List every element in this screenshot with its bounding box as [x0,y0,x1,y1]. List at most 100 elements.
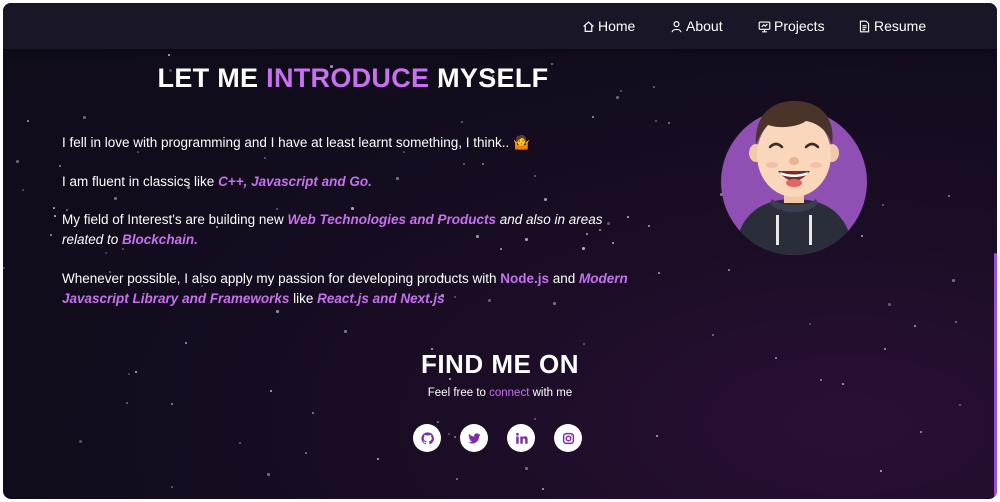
p3-highlight1: Web Technologies and Products [287,212,496,227]
nav-home-label: Home [598,18,636,34]
instagram-icon [562,432,574,444]
star-dot [842,383,844,385]
star-dot [83,116,86,119]
nav-resume[interactable]: Resume [858,17,926,35]
star-dot [583,343,585,345]
star-dot [54,215,56,217]
star-dot [79,440,82,443]
star-dot [437,421,439,423]
github-icon [420,431,434,444]
avatar-illustration [721,101,867,255]
star-dot [627,216,629,218]
star-dot [728,269,730,271]
star-dot [775,357,777,359]
p4-text2: and [549,271,580,286]
star-dot [653,86,655,88]
star-dot [959,404,961,406]
p4-highlight1: Node.js [500,271,549,286]
star-dot [482,163,484,165]
nav-projects-label: Projects [774,18,825,34]
star-dot [882,204,884,206]
home-icon [583,20,594,32]
star-dot [461,121,463,123]
nav-projects[interactable]: Projects [758,17,825,35]
scrollbar[interactable] [994,253,997,499]
p2-text: I am fluent in classics like [62,174,219,189]
page-frame: Home About Projects Resume LET ME INTROD… [3,3,997,499]
nav-about-label: About [686,18,723,34]
nav-resume-label: Resume [874,18,927,34]
nav-about[interactable]: About [670,17,723,35]
star-dot [59,165,61,167]
star-dot [888,303,891,306]
headline-highlight: INTRODUCE [266,63,430,93]
document-icon [859,20,870,32]
user-icon [671,20,682,32]
star-dot [463,163,465,165]
star-dot [114,197,117,200]
star-dot [264,157,266,159]
github-link[interactable] [413,424,441,452]
find-sub-text1: Feel free to [427,387,490,399]
star-dot [616,96,619,99]
star-dot [171,403,173,405]
star-dot [312,412,314,414]
star-dot [948,195,950,197]
star-dot [276,310,279,313]
projects-icon [758,20,771,32]
star-dot [658,272,660,274]
star-dot [884,348,886,350]
find-me-title: FIND ME ON [420,349,580,379]
p4-highlight3: React.js and Next.js [317,291,445,306]
star-dot [914,325,916,327]
star-dot [809,323,811,325]
linkedin-icon [515,432,528,444]
navbar: Home About Projects Resume [3,3,997,49]
nav-home[interactable]: Home [582,17,635,35]
star-dot [648,225,650,227]
star-dot [3,267,5,269]
star-dot [239,442,241,444]
star-dot [880,470,882,472]
star-dot [128,373,130,375]
find-me-subtitle: Feel free to connect with me [350,387,650,399]
star-dot [544,198,547,201]
headline-part2: MYSELF [429,63,549,93]
star-dot [525,467,528,470]
star-dot [168,54,170,56]
p4-text3: like [289,291,318,306]
star-dot [135,371,137,373]
p3-text1: My field of Interest's are building new [62,212,288,227]
headline-part1: LET ME [157,63,267,93]
star-dot [185,342,187,344]
star-dot [53,207,55,209]
star-dot [50,234,52,236]
star-dot [27,120,29,122]
linkedin-link[interactable] [507,424,535,452]
star-dot [16,160,19,163]
star-dot [171,486,173,488]
star-dot [126,402,128,404]
p1-text: I fell in love with programming and I ha… [62,135,513,150]
star-dot [270,390,272,392]
p4-text1: Whenever possible, I also apply my passi… [62,271,501,286]
about-paragraph-2: I am fluent in classics like C++, Javasc… [62,172,642,192]
star-dot [592,116,594,118]
star-dot [344,330,347,333]
star-dot [955,321,957,323]
star-dot [456,478,458,480]
star-dot [534,418,536,420]
star-dot [620,90,622,92]
star-dot [305,452,307,454]
star-dot [668,122,670,124]
social-links [413,424,593,454]
star-dot [22,189,24,191]
twitter-link[interactable] [460,424,488,452]
about-paragraph-4: Whenever possible, I also apply my passi… [62,269,642,309]
about-paragraph-3: My field of Interest's are building new … [62,210,622,250]
connect-link[interactable]: connect [489,387,529,399]
instagram-link[interactable] [554,424,582,452]
about-paragraph-1: I fell in love with programming and I ha… [62,133,642,153]
star-dot [656,435,658,437]
p3-highlight2: Blockchain. [122,232,198,247]
